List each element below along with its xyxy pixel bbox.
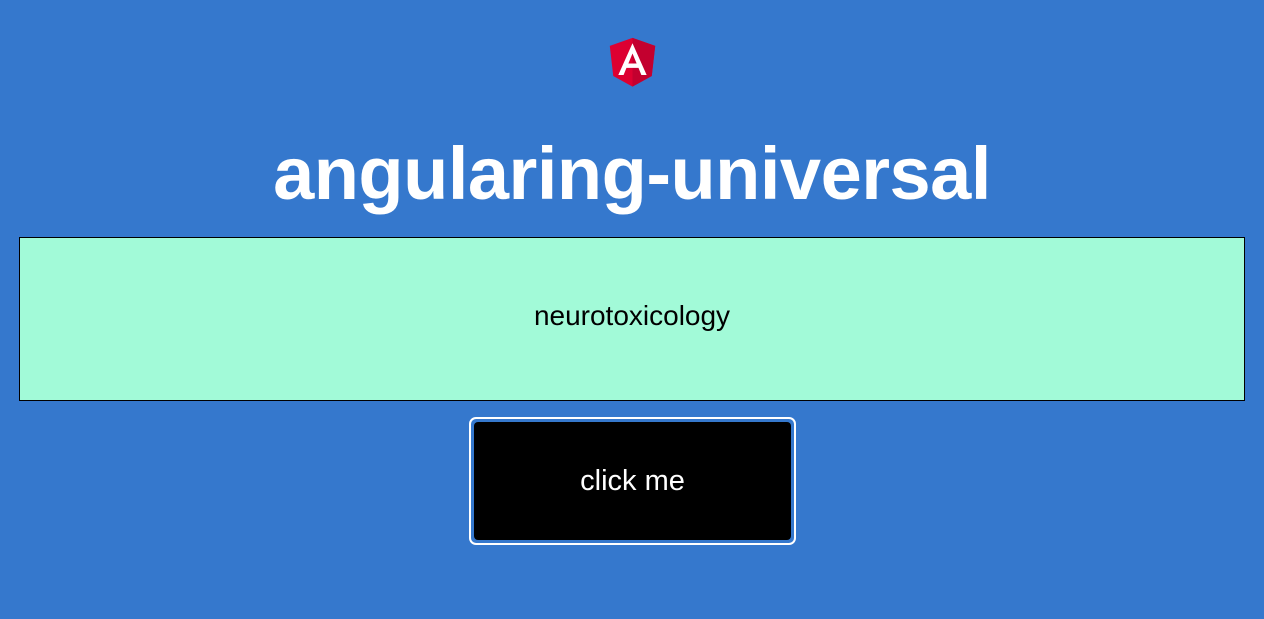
word-text: neurotoxicology [533, 300, 731, 331]
click-me-button-focus-ring: click me [469, 417, 796, 545]
angular-logo-icon [602, 28, 663, 94]
page-title: angularing-universal [273, 132, 991, 215]
word-display-panel: neurotoxicology [19, 237, 1245, 401]
click-me-button[interactable]: click me [474, 422, 791, 540]
